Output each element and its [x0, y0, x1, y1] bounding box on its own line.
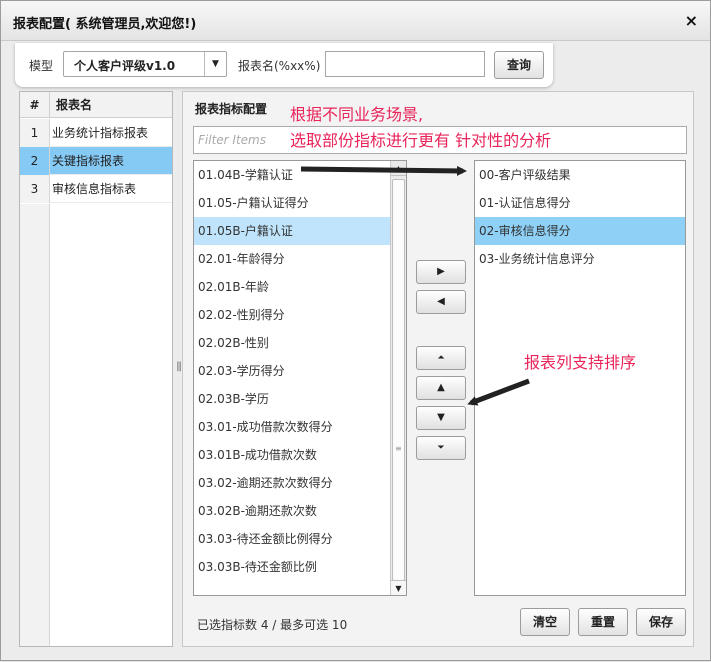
scroll-up-icon[interactable]: ▲ — [391, 161, 406, 176]
available-item[interactable]: 01.05-户籍认证得分 — [194, 189, 406, 217]
splitter-handle[interactable]: ||| — [176, 361, 182, 372]
double-up-icon: ⏶ — [437, 353, 445, 363]
arrow-down-icon: ▼ — [437, 412, 445, 423]
available-item[interactable]: 03.01-成功借款次数得分 — [194, 413, 406, 441]
move-top-button[interactable]: ⏶ — [416, 346, 466, 370]
move-down-button[interactable]: ▼ — [416, 406, 466, 430]
filter-toolbar: 模型 个人客户评级v1.0 ▼ 报表名(%xx%) 查询 — [15, 43, 553, 87]
move-up-button[interactable]: ▲ — [416, 376, 466, 400]
available-indicators-list[interactable]: 01.04B-学籍认证 01.05-户籍认证得分 01.05B-户籍认证 02.01-… — [193, 160, 407, 596]
available-item[interactable]: 03.02B-逾期还款次数 — [194, 497, 406, 525]
save-button[interactable]: 保存 — [636, 608, 686, 636]
report-config-dialog: 报表配置( 系统管理员,欢迎您!) × 模型 个人客户评级v1.0 ▼ 报表名(… — [0, 0, 711, 661]
grip-icon: ≡ — [395, 444, 402, 453]
col-index-header: # — [20, 92, 50, 118]
double-down-icon: ⏷ — [437, 443, 445, 453]
report-row-name: 业务统计指标报表 — [52, 126, 149, 140]
available-item[interactable]: 02.01B-年龄 — [194, 273, 406, 301]
model-label: 模型 — [29, 59, 54, 73]
model-select-value: 个人客户评级v1.0 — [74, 59, 176, 73]
arrow-up-icon: ▲ — [437, 382, 445, 393]
available-item[interactable]: 02.02B-性别 — [194, 329, 406, 357]
report-name-label: 报表名(%xx%) — [238, 59, 321, 73]
move-bottom-button[interactable]: ⏷ — [416, 436, 466, 460]
selected-indicators-list[interactable]: 00-客户评级结果 01-认证信息得分 02-审核信息得分 03-业务统计信息评分 — [474, 160, 686, 596]
report-list-row[interactable]: 1 业务统计指标报表 — [20, 119, 172, 147]
col-name-header[interactable]: 报表名 — [56, 92, 92, 118]
selected-item[interactable]: 00-客户评级结果 — [475, 161, 685, 189]
available-scrollbar[interactable]: ▲ ≡ ▼ — [390, 161, 406, 595]
available-item[interactable]: 03.03-待还金额比例得分 — [194, 525, 406, 553]
clear-button[interactable]: 清空 — [520, 608, 570, 636]
annotation-sort-note: 报表列支持排序 — [524, 353, 637, 372]
report-name-input[interactable] — [325, 51, 485, 77]
available-item[interactable]: 03.02-逾期还款次数得分 — [194, 469, 406, 497]
report-list-header: # 报表名 — [20, 92, 172, 118]
report-list-row[interactable]: 2 关键指标报表 — [20, 147, 172, 175]
available-item[interactable]: 01.04B-学籍认证 — [194, 161, 406, 189]
reset-button[interactable]: 重置 — [578, 608, 628, 636]
available-item[interactable]: 02.03B-学历 — [194, 385, 406, 413]
index-column-fill — [20, 204, 50, 646]
report-row-index: 3 — [20, 175, 50, 203]
selected-item[interactable]: 03-业务统计信息评分 — [475, 245, 685, 273]
close-icon[interactable]: × — [685, 11, 698, 30]
model-select[interactable]: 个人客户评级v1.0 ▼ — [63, 51, 227, 77]
move-left-button[interactable]: ◀ — [416, 290, 466, 314]
filter-placeholder: Filter Items — [198, 133, 266, 147]
selected-item[interactable]: 01-认证信息得分 — [475, 189, 685, 217]
report-list-panel: # 报表名 1 业务统计指标报表 2 关键指标报表 3 审核信息指标表 — [19, 91, 173, 647]
report-row-name: 审核信息指标表 — [52, 182, 137, 196]
title-bar: 报表配置( 系统管理员,欢迎您!) × — [1, 1, 710, 41]
available-item[interactable]: 02.03-学历得分 — [194, 357, 406, 385]
report-row-index: 2 — [20, 147, 50, 175]
query-button[interactable]: 查询 — [494, 51, 544, 79]
scroll-thumb[interactable]: ≡ — [392, 179, 405, 581]
arrow-right-icon: ▶ — [437, 266, 445, 277]
available-item[interactable]: 02.02-性别得分 — [194, 301, 406, 329]
report-list-rows: 1 业务统计指标报表 2 关键指标报表 3 审核信息指标表 — [20, 119, 172, 203]
annotation-line-2: 选取部份指标进行更有 针对性的分析 — [290, 131, 552, 150]
selected-item[interactable]: 02-审核信息得分 — [475, 217, 685, 245]
report-list-row[interactable]: 3 审核信息指标表 — [20, 175, 172, 203]
report-row-name: 关键指标报表 — [52, 154, 125, 168]
dialog-title: 报表配置( 系统管理员,欢迎您!) — [13, 17, 197, 32]
available-item[interactable]: 03.03B-待还金额比例 — [194, 553, 406, 581]
config-title: 报表指标配置 — [195, 102, 268, 116]
available-item[interactable]: 02.01-年龄得分 — [194, 245, 406, 273]
chevron-down-icon[interactable]: ▼ — [204, 52, 226, 76]
move-right-button[interactable]: ▶ — [416, 260, 466, 284]
report-row-index: 1 — [20, 119, 50, 147]
available-items: 01.04B-学籍认证 01.05-户籍认证得分 01.05B-户籍认证 02.01-… — [194, 161, 406, 581]
available-item[interactable]: 03.01B-成功借款次数 — [194, 441, 406, 469]
scroll-down-icon[interactable]: ▼ — [391, 580, 406, 595]
available-item[interactable]: 01.05B-户籍认证 — [194, 217, 406, 245]
arrow-left-icon: ◀ — [437, 296, 445, 307]
annotation-line-1: 根据不同业务场景, — [290, 105, 424, 124]
selected-items: 00-客户评级结果 01-认证信息得分 02-审核信息得分 03-业务统计信息评分 — [475, 161, 685, 273]
selection-count-status: 已选指标数 4 / 最多可选 10 — [197, 618, 348, 632]
